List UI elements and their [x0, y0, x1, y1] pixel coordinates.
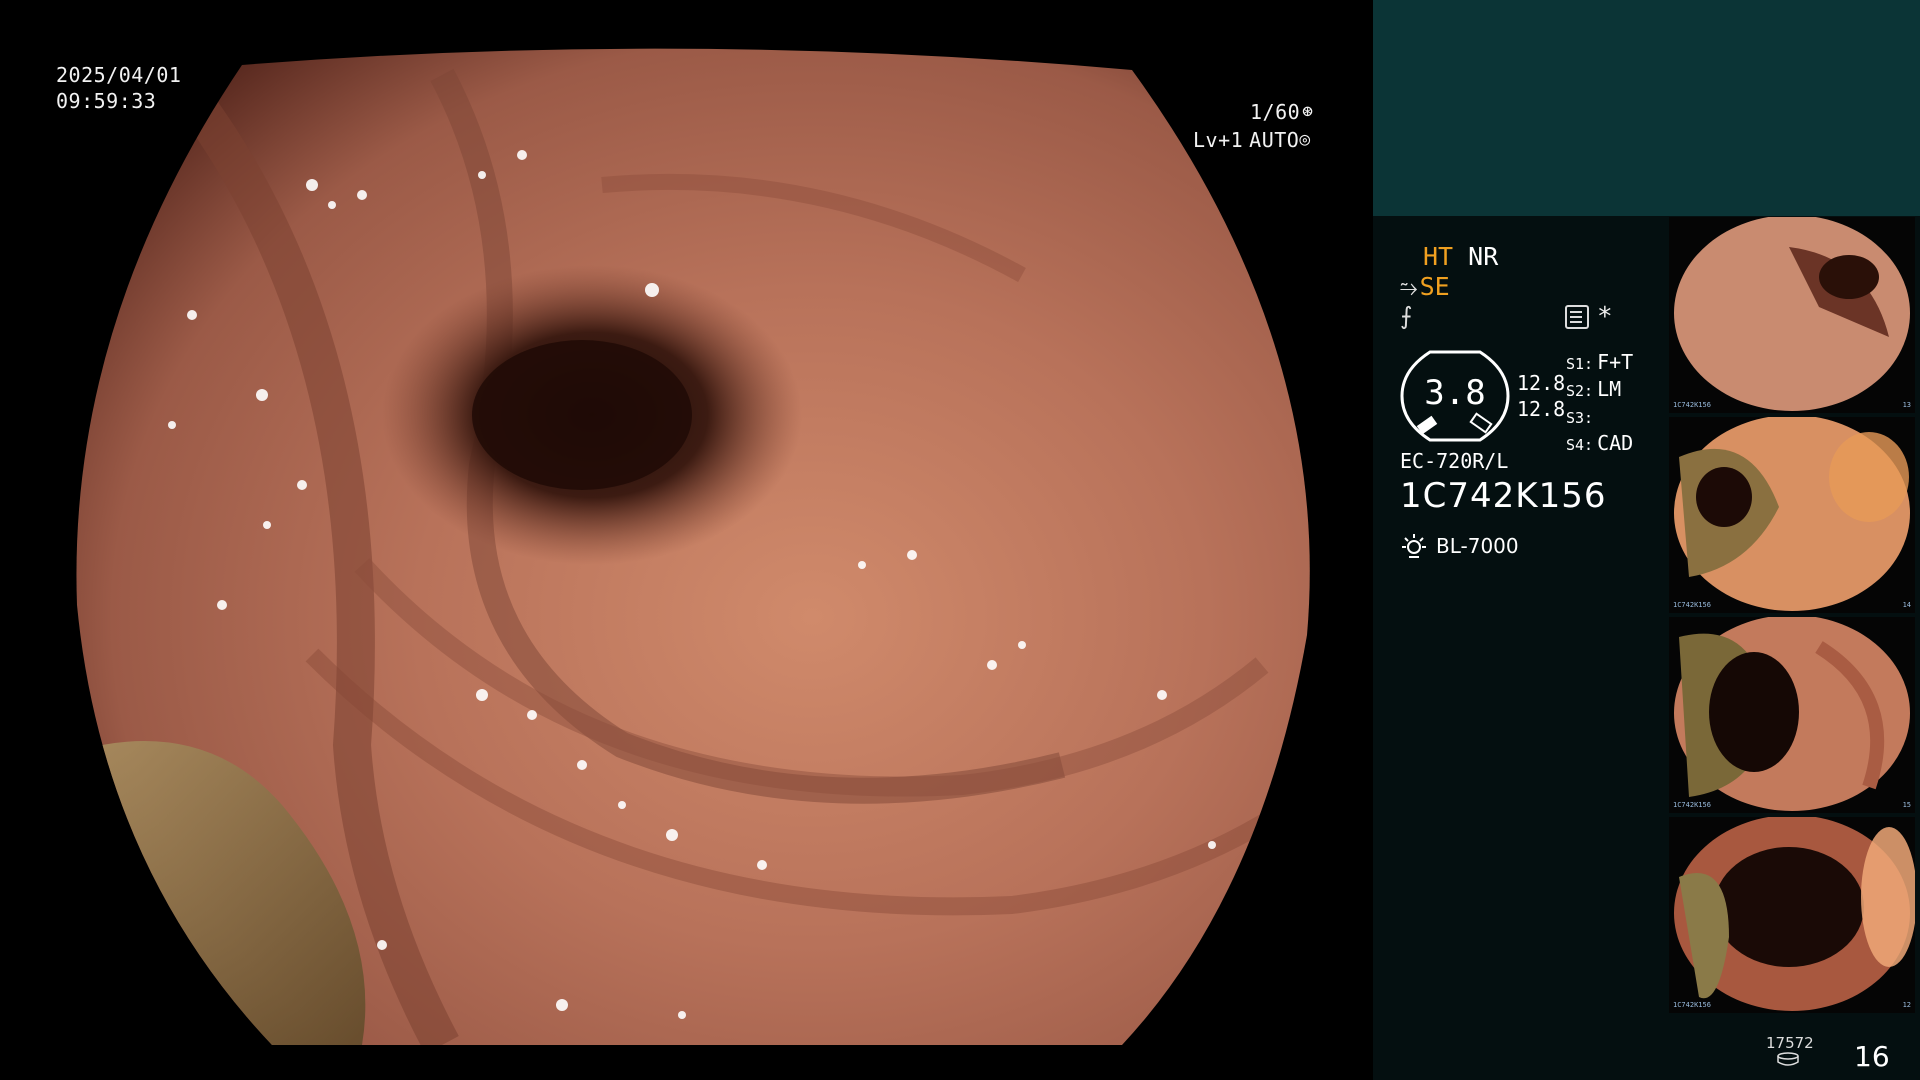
endoscopic-image-view: 2025/04/01 09:59:33 1/60 ⊛ Lv+1 AUTO ◎ [0, 0, 1372, 1080]
structure-enhancement-status: ⥲SE [1400, 272, 1450, 301]
gauge-side-values: 12.8 12.8 [1517, 370, 1565, 422]
thumbnail-serial: 1C742K156 [1673, 801, 1711, 809]
auto-iris-icon: ◎ [1299, 129, 1311, 150]
gauge-side-top: 12.8 [1517, 371, 1566, 395]
edge-enhancement-icon: ⨍ [1400, 302, 1413, 330]
thumbnail-number: 12 [1902, 1001, 1911, 1009]
thumbnail-number: 14 [1902, 601, 1911, 609]
shutter-icon: ⊛ [1302, 101, 1314, 122]
ht-indicator: HT [1423, 242, 1454, 271]
gauge-side-bottom: 12.8 [1517, 397, 1566, 421]
image-processing-status: HT NR [1423, 242, 1498, 271]
capture-count: 16 [1854, 1040, 1890, 1073]
thumbnail-1[interactable]: 1C742K156 13 [1669, 217, 1915, 413]
exam-date: 2025/04/01 [56, 63, 182, 87]
shutter-speed: 1/60 [1250, 100, 1301, 124]
storage-icon [1777, 1052, 1799, 1066]
structure-enhancement-icon: ⥲ [1400, 276, 1418, 301]
thumbnail-image [1674, 217, 1910, 411]
remaining-capacity: 17572 [1766, 1034, 1814, 1052]
brightness-level: Lv+1 [1193, 128, 1244, 152]
thumbnail-2[interactable]: 1C742K156 14 [1669, 417, 1915, 613]
scope-serial: 1C742K156 [1400, 476, 1607, 516]
endoscopic-image [76, 48, 1310, 1045]
thumbnail-serial: 1C742K156 [1673, 1001, 1711, 1009]
switch-s1: S1: F+T [1566, 350, 1634, 374]
nr-indicator: NR [1468, 242, 1499, 271]
thumbnail-image [1674, 617, 1910, 811]
thumbnail-image [1674, 417, 1910, 611]
lamp-icon [1402, 534, 1426, 558]
capture-thumbnails: 1C742K156 13 1C742K156 14 1C742K156 15 1… [1669, 217, 1915, 1017]
status-panel: HT NR ⥲SE ⨍ * 3.8 12.8 12.8 S1: F+T S2: LM… [1373, 0, 1920, 1080]
switch-s4: S4: CAD [1566, 431, 1634, 455]
iris-mode: AUTO [1249, 128, 1300, 152]
switch-s2: S2: LM [1566, 377, 1622, 401]
light-source-model: BL-7000 [1436, 534, 1519, 558]
light-source: BL-7000 [1400, 532, 1519, 560]
switch-s3: S3: [1566, 409, 1594, 427]
shutter-readout: 1/60 ⊛ [1250, 99, 1314, 125]
thumbnail-serial: 1C742K156 [1673, 401, 1711, 409]
gauge-value: 3.8 [1424, 373, 1486, 413]
menu-icon [1565, 305, 1589, 329]
thumbnail-number: 13 [1902, 401, 1911, 409]
thumbnail-image [1674, 817, 1915, 1011]
header-block [1373, 0, 1920, 216]
thumbnail-serial: 1C742K156 [1673, 601, 1711, 609]
thumbnail-4[interactable]: 1C742K156 12 [1669, 817, 1915, 1013]
se-indicator: SE [1419, 272, 1450, 301]
exam-time: 09:59:33 [56, 89, 157, 113]
scope-switch-list: S1: F+T S2: LM S3: S4: CAD [1566, 350, 1633, 458]
iris-readout: Lv+1 AUTO ◎ [1193, 127, 1311, 153]
thumbnail-3[interactable]: 1C742K156 15 [1669, 617, 1915, 813]
thumbnail-number: 15 [1902, 801, 1911, 809]
scope-model: EC-720R/L [1400, 449, 1509, 473]
asterisk-indicator: * [1597, 302, 1613, 332]
